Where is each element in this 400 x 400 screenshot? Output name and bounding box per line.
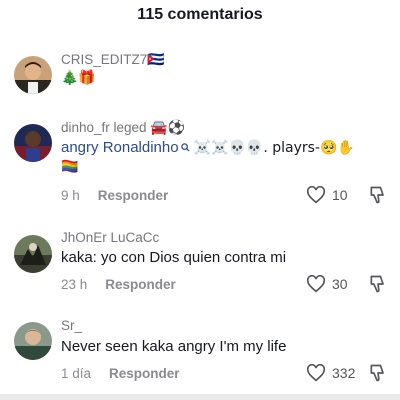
avatar[interactable] xyxy=(14,124,52,162)
comment-time: 9 h xyxy=(61,188,80,203)
comment-time: 1 día xyxy=(61,366,92,381)
reply-button[interactable]: Responder xyxy=(98,188,169,203)
bottom-divider xyxy=(0,394,400,400)
like-button[interactable]: 332 xyxy=(306,363,355,383)
like-button[interactable]: 10 xyxy=(306,185,348,205)
thumbs-down-icon xyxy=(370,186,384,204)
dislike-button[interactable] xyxy=(368,363,388,383)
comment-meta: 9 h Responder xyxy=(61,188,168,203)
heart-icon xyxy=(306,275,326,293)
comment-username[interactable]: CRIS_EDITZ7🇨🇺 xyxy=(61,52,165,68)
like-count: 30 xyxy=(332,276,348,292)
comments-header: 115 comentarios xyxy=(0,0,400,34)
mention-link[interactable]: angry Ronaldinho xyxy=(61,139,179,156)
search-icon xyxy=(180,139,190,156)
avatar[interactable] xyxy=(14,235,52,273)
reply-button[interactable]: Responder xyxy=(109,366,180,381)
avatar[interactable] xyxy=(14,56,52,94)
comment-time: 23 h xyxy=(61,277,88,292)
comment-text: 🎄🎁 xyxy=(61,70,96,86)
comment-text: kaka: yo con Dios quien contra mi xyxy=(61,249,287,266)
comment-username[interactable]: dinho_fr leged 🚘⚽ xyxy=(61,120,185,136)
reply-button[interactable]: Responder xyxy=(105,277,176,292)
like-button[interactable]: 30 xyxy=(306,274,348,294)
comment-username[interactable]: JhOnEr LuCaCc xyxy=(61,230,159,245)
avatar[interactable] xyxy=(14,322,52,360)
thumbs-down-icon xyxy=(370,275,384,293)
comment-meta: 23 h Responder xyxy=(61,277,176,292)
comment-text: angry Ronaldinho ☠️☠️💀💀. playrs-🥺✋ xyxy=(61,139,355,156)
comments-count-title: 115 comentarios xyxy=(137,6,263,23)
like-count: 332 xyxy=(332,365,356,381)
comment-meta: 1 día Responder xyxy=(61,366,180,381)
comment-text-line2: 🏳️‍🌈 xyxy=(61,159,79,175)
heart-icon xyxy=(306,186,326,204)
like-count: 10 xyxy=(332,187,348,203)
thumbs-down-icon xyxy=(370,364,384,382)
comment-username[interactable]: Sr_ xyxy=(61,318,82,333)
heart-icon xyxy=(306,364,326,382)
dislike-button[interactable] xyxy=(368,274,388,294)
dislike-button[interactable] xyxy=(368,185,388,205)
comment-text: Never seen kaka angry I'm my life xyxy=(61,338,287,355)
